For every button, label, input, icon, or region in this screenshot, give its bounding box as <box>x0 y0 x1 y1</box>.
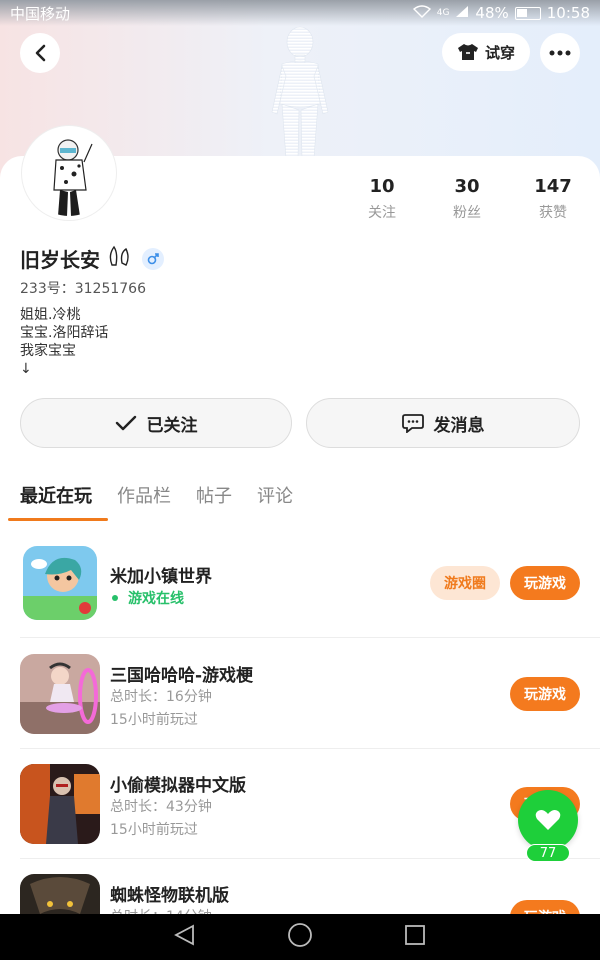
network-type: 4G <box>436 8 450 18</box>
stat-following[interactable]: 10 关注 <box>342 176 422 222</box>
home-circle-icon[interactable] <box>287 922 313 952</box>
bio: 姐姐.冷桃 宝宝.洛阳辞话 我家宝宝 ↓ <box>20 306 108 378</box>
game-icon <box>20 874 100 914</box>
list-item[interactable]: 三国哈哈哈-游戏梗 总时长：16分钟 15小时前玩过 玩游戏 <box>0 650 600 760</box>
tshirt-icon <box>457 44 478 60</box>
more-dots-icon <box>549 50 571 56</box>
like-button[interactable] <box>518 790 578 850</box>
list-item[interactable]: 蜘蛛怪物联机版 总时长：14分钟 玩游戏 <box>0 870 600 914</box>
last-played: 15小时前玩过 <box>110 712 198 728</box>
nickname: 旧岁长安 <box>20 244 164 273</box>
checkmark-icon <box>115 415 136 431</box>
tab-works[interactable]: 作品栏 <box>117 482 171 508</box>
game-icon <box>20 764 100 844</box>
tab-recent-played[interactable]: 最近在玩 <box>20 482 92 508</box>
nickname-emoji <box>108 245 134 272</box>
battery-percent: 48% <box>475 4 509 22</box>
carrier-name: 中国移动 <box>10 4 71 23</box>
back-button[interactable] <box>20 33 60 73</box>
bio-line: 宝宝.洛阳辞话 <box>20 325 109 341</box>
game-title: 米加小镇世界 <box>110 567 212 587</box>
play-duration: 总时长：43分钟 <box>110 799 212 815</box>
bio-line: 姐姐.冷桃 <box>20 307 81 323</box>
try-on-button[interactable]: 试穿 <box>442 33 530 71</box>
game-title: 蜘蛛怪物联机版 <box>110 886 229 906</box>
status-bar: 中国移动 4G 48% 10:58 <box>0 0 600 26</box>
list-item[interactable]: 小偷模拟器中文版 总时长：43分钟 15小时前玩过 玩游戏 <box>0 760 600 870</box>
male-gender-icon <box>142 247 164 270</box>
play-game-button[interactable]: 玩游戏 <box>510 677 580 711</box>
avatar-image <box>26 130 112 216</box>
online-status-text: 游戏在线 <box>128 591 184 607</box>
play-game-button[interactable]: 玩游戏 <box>510 566 580 600</box>
recents-square-icon[interactable] <box>403 923 427 951</box>
divider <box>20 858 600 859</box>
battery-icon <box>514 6 541 20</box>
signal-icon <box>455 4 469 22</box>
online-status: 游戏在线 <box>110 588 184 608</box>
clock: 10:58 <box>546 4 590 22</box>
tab-comments[interactable]: 评论 <box>257 482 293 508</box>
active-tab-indicator <box>8 518 108 521</box>
back-triangle-icon[interactable] <box>173 923 197 951</box>
game-title: 小偷模拟器中文版 <box>110 776 246 796</box>
system-nav-bar <box>0 914 600 960</box>
send-message-button[interactable]: 发消息 <box>306 398 580 448</box>
last-played: 15小时前玩过 <box>110 822 198 838</box>
like-count: 77 <box>526 844 570 862</box>
tab-posts[interactable]: 帖子 <box>196 482 232 508</box>
following-label: 关注 <box>368 205 396 221</box>
send-message-label: 发消息 <box>433 415 485 436</box>
user-id: 233号：31251766 <box>20 281 146 297</box>
followed-button[interactable]: 已关注 <box>20 398 292 448</box>
chevron-left-icon <box>35 44 46 62</box>
following-count: 10 <box>369 176 395 197</box>
followers-count: 30 <box>454 176 480 197</box>
play-duration: 总时长：16分钟 <box>110 689 212 705</box>
likes-label: 获赞 <box>539 205 567 221</box>
likes-count: 147 <box>534 176 572 197</box>
divider <box>20 637 600 638</box>
avatar[interactable] <box>22 126 116 220</box>
play-duration: 总时长：14分钟 <box>110 906 212 914</box>
game-title: 三国哈哈哈-游戏梗 <box>110 666 254 686</box>
play-game-button[interactable]: 玩游戏 <box>510 900 580 914</box>
game-circle-button[interactable]: 游戏圈 <box>430 566 500 600</box>
divider <box>20 748 600 749</box>
game-icon <box>20 654 100 734</box>
nickname-text: 旧岁长安 <box>20 248 100 272</box>
wifi-icon <box>412 4 431 22</box>
stat-followers[interactable]: 30 粉丝 <box>427 176 507 222</box>
avatar-figure-silhouette <box>271 26 329 158</box>
game-icon <box>23 546 97 620</box>
try-on-label: 试穿 <box>484 43 515 62</box>
profile-tabs: 最近在玩 作品栏 帖子 评论 <box>20 482 293 508</box>
followed-label: 已关注 <box>146 415 198 436</box>
stat-likes[interactable]: 147 获赞 <box>513 176 593 222</box>
list-item[interactable]: 米加小镇世界 游戏在线 游戏圈 玩游戏 <box>0 538 600 648</box>
bio-line: ↓ <box>20 361 32 377</box>
followers-label: 粉丝 <box>453 205 481 221</box>
chat-bubble-icon <box>401 414 424 433</box>
heart-icon <box>535 810 561 830</box>
bio-line: 我家宝宝 <box>20 343 76 359</box>
more-options-button[interactable] <box>540 33 580 73</box>
